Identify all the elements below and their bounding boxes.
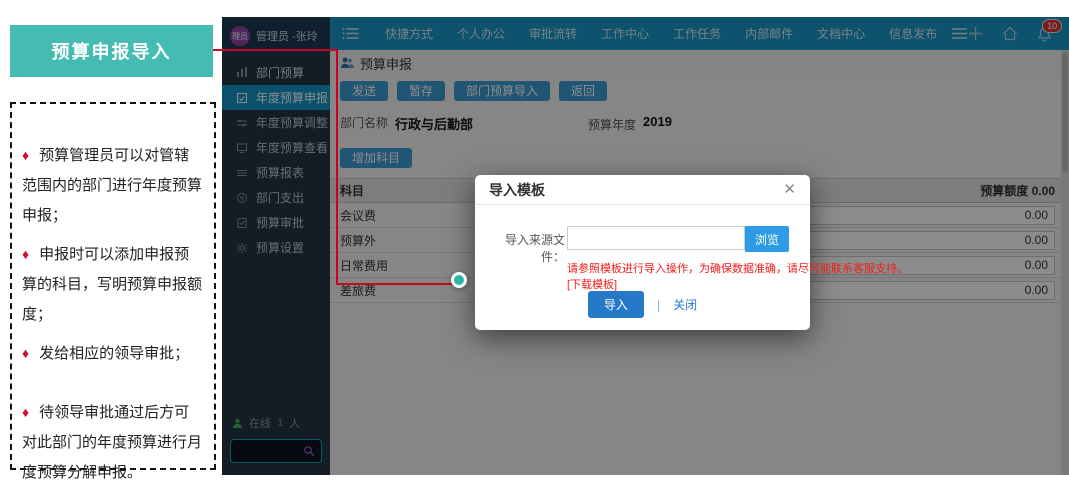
download-template-link[interactable]: [下载模板] — [567, 276, 617, 292]
footer-separator: | — [657, 298, 660, 312]
annotation-bullet: ♦待领导审批通过后方可对此部门的年度预算进行月度预算分解申报。 — [22, 397, 204, 488]
annotation-pointer-dot — [451, 272, 467, 288]
diamond-bullet-icon: ♦ — [22, 345, 29, 361]
annotation-connector-line — [336, 283, 455, 285]
import-button[interactable]: 导入 — [588, 291, 644, 318]
annotation-connector-line — [336, 49, 338, 285]
annotation-connector-line — [213, 49, 338, 51]
warning-text: 请参照模板进行导入操作，为确保数据准确，请尽可能联系客服支持。 — [567, 260, 908, 276]
modal-header: 导入模板 ✕ — [475, 175, 810, 205]
modal-body: 导入来源文件： 浏览 请参照模板进行导入操作，为确保数据准确，请尽可能联系客服支… — [475, 205, 810, 285]
diamond-bullet-icon: ♦ — [22, 246, 29, 262]
browse-button[interactable]: 浏览 — [745, 226, 789, 252]
app-window: 理员 管理员 -张玲 部门预算 年度预算申报 年度预算调整 — [222, 17, 1069, 475]
close-icon[interactable]: ✕ — [783, 182, 796, 197]
modal-footer: 导入 | 关闭 — [475, 291, 810, 318]
annotation-bullet: ♦申报时可以添加申报预算的科目，写明预算申报额度； — [22, 239, 204, 330]
import-template-modal: 导入模板 ✕ 导入来源文件： 浏览 请参照模板进行导入操作，为确保数据准确，请尽… — [475, 175, 810, 330]
annotation-note-box: ♦预算管理员可以对管辖范围内的部门进行年度预算申报； ♦申报时可以添加申报预算的… — [10, 102, 216, 470]
annotation-bullet: ♦预算管理员可以对管辖范围内的部门进行年度预算申报； — [22, 140, 204, 231]
modal-title: 导入模板 — [489, 180, 545, 200]
close-button[interactable]: 关闭 — [673, 296, 697, 313]
diamond-bullet-icon: ♦ — [22, 404, 29, 420]
diamond-bullet-icon: ♦ — [22, 147, 29, 163]
import-source-label: 导入来源文件： — [485, 231, 565, 265]
annotation-banner: 预算申报导入 — [10, 25, 213, 77]
import-source-input[interactable] — [567, 226, 745, 250]
annotation-bullet: ♦发给相应的领导审批； — [22, 338, 204, 369]
